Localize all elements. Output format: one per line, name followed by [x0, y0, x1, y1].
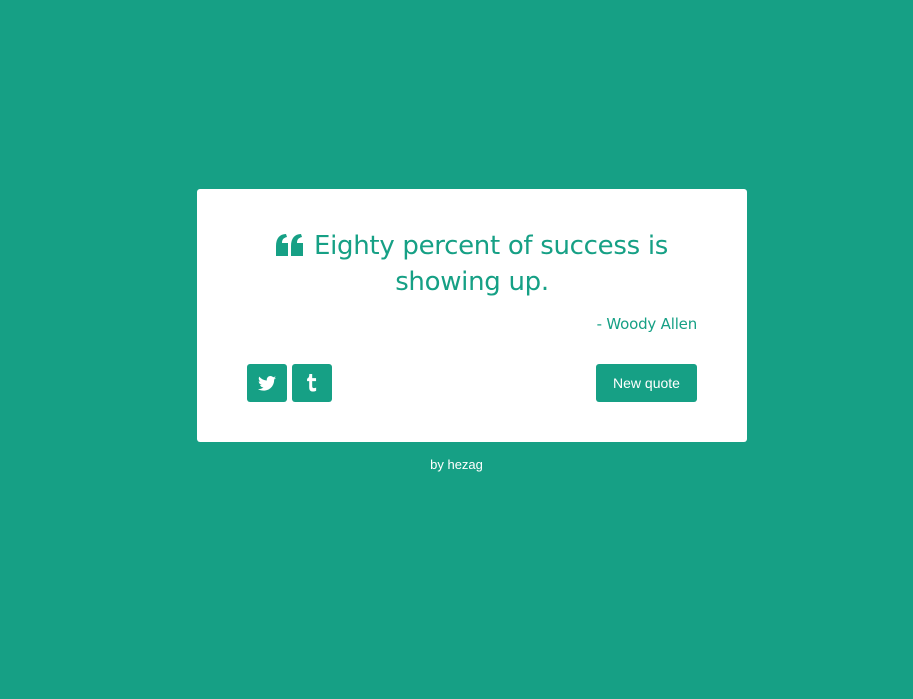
footer: by hezag — [0, 457, 913, 472]
post-tumblr-button[interactable] — [292, 364, 332, 402]
footer-author-link[interactable]: hezag — [447, 457, 482, 472]
twitter-icon — [258, 375, 276, 391]
quote-card: Eighty percent of success is showing up.… — [197, 189, 747, 442]
tumblr-icon — [307, 374, 317, 392]
quote-text: Eighty percent of success is showing up. — [314, 231, 668, 297]
quote-left-icon — [276, 231, 304, 265]
tweet-quote-button[interactable] — [247, 364, 287, 402]
quote-text-container: Eighty percent of success is showing up. — [247, 229, 697, 299]
footer-prefix: by — [430, 457, 444, 472]
quote-author: - Woody Allen — [596, 315, 698, 333]
quote-left-icon-svg — [276, 234, 303, 256]
new-quote-button[interactable]: New quote — [596, 364, 697, 402]
